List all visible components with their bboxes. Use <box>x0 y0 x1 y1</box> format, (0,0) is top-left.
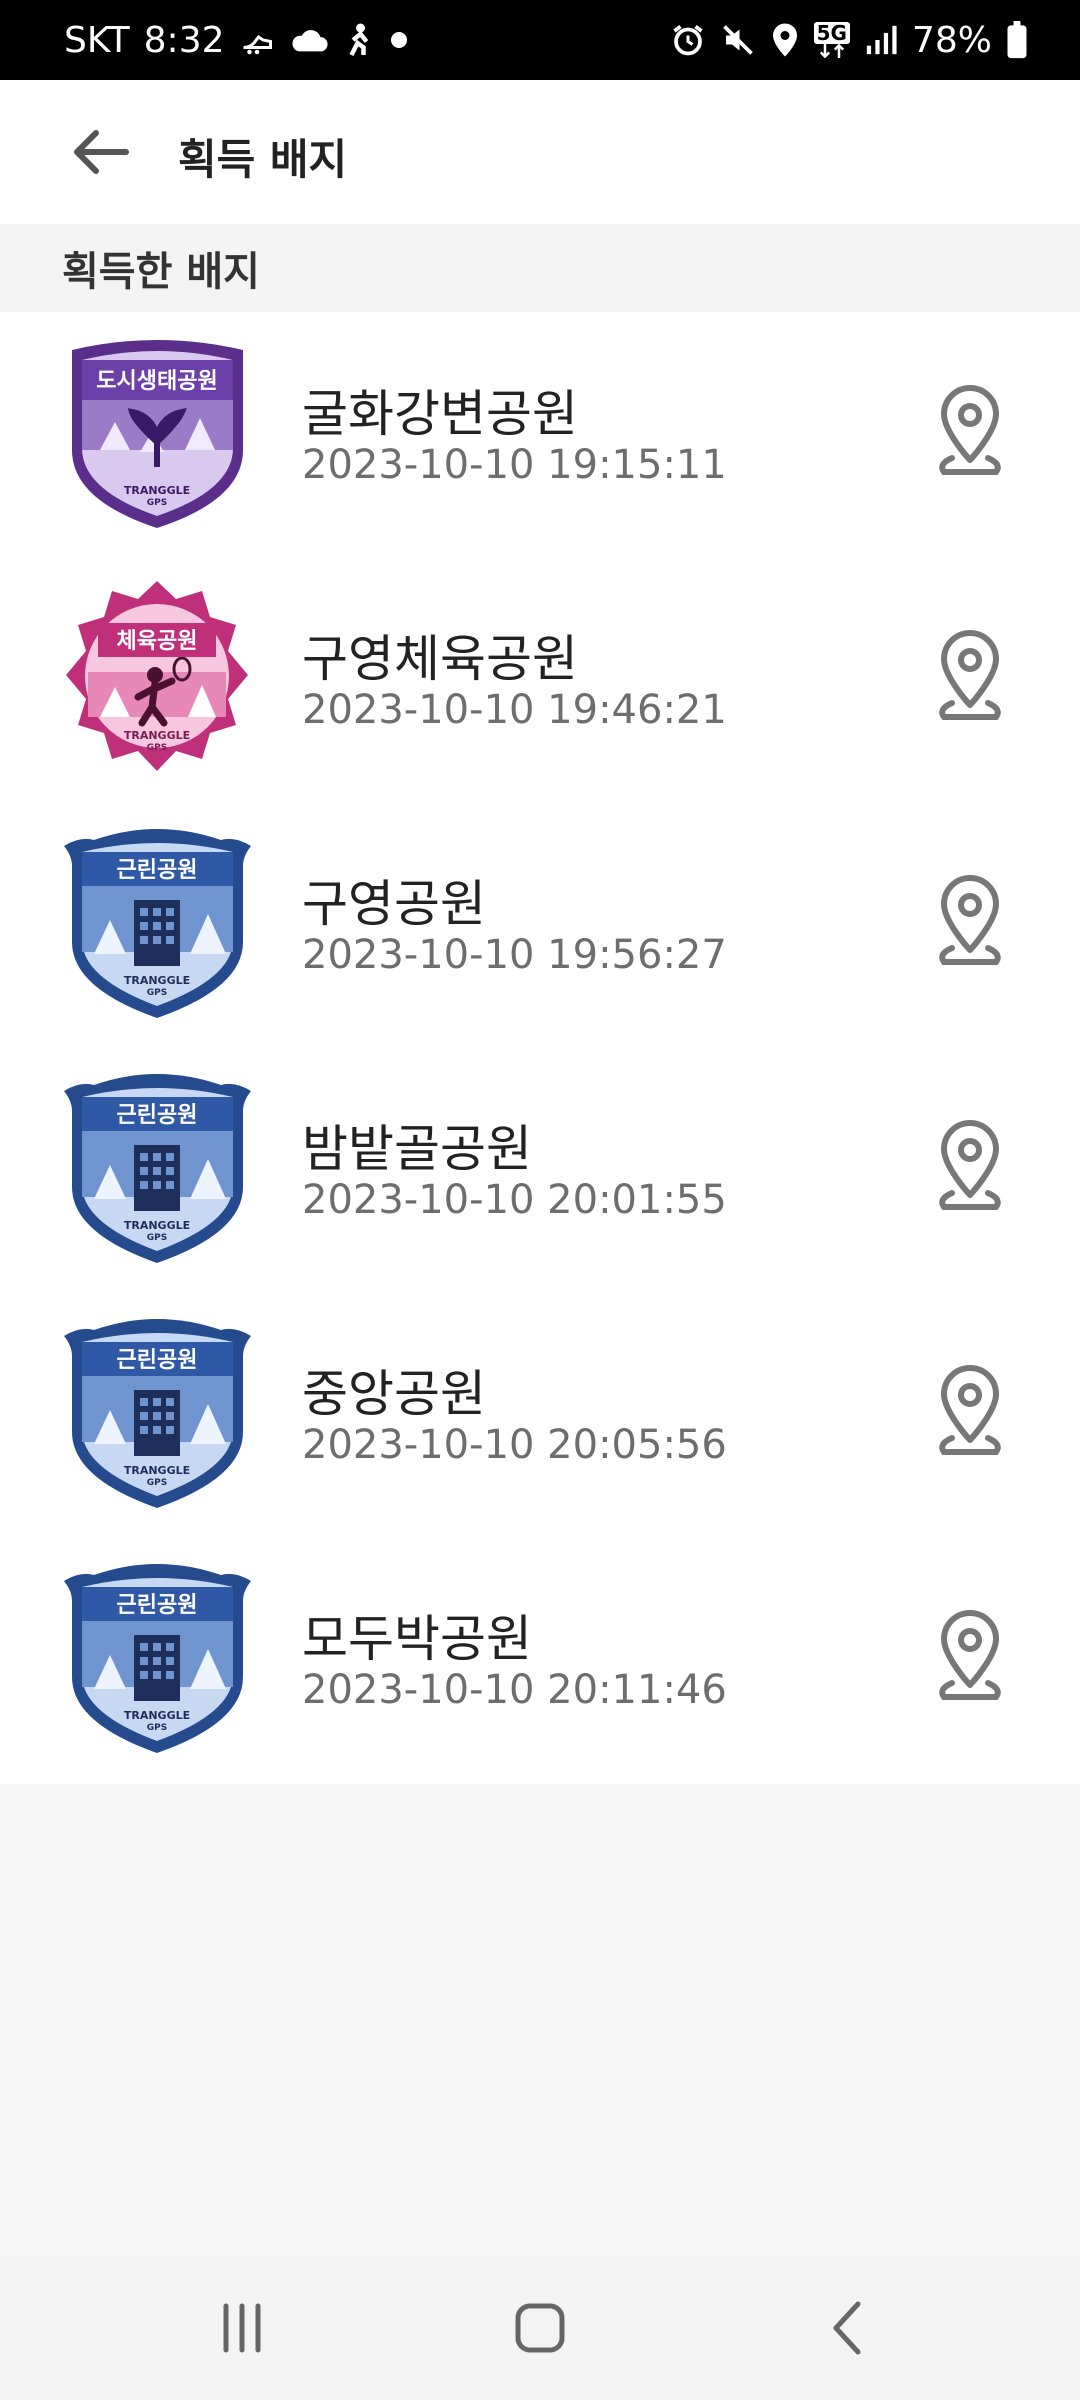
list-item[interactable]: 근린공원 TRANGGLE GPS 중앙공원 2023-10-10 20:05:… <box>0 1292 1080 1537</box>
badge-brand: TRANGGLE <box>124 484 190 497</box>
badge-brand-sub: GPS <box>147 743 167 753</box>
section-title: 획득한 배지 <box>62 249 260 295</box>
park-name: 구영공원 <box>302 875 486 933</box>
page-title: 획득 배지 <box>178 135 348 184</box>
badge-label: 근린공원 <box>117 1103 198 1128</box>
carrier-label: SKT <box>64 19 130 61</box>
map-pin-button[interactable] <box>930 382 1010 482</box>
running-shoe-icon <box>239 22 275 58</box>
signal-icon <box>864 23 898 57</box>
badge-brand: TRANGGLE <box>124 729 190 742</box>
recent-apps-icon <box>223 2303 261 2353</box>
app-bar: 획득 배지 <box>0 80 1080 224</box>
park-name: 모두박공원 <box>302 1610 532 1668</box>
badge-brand-sub: GPS <box>147 1723 167 1733</box>
park-name: 중앙공원 <box>302 1365 486 1423</box>
acquired-time: 2023-10-10 20:05:56 <box>302 1422 727 1468</box>
badge-label: 체육공원 <box>117 629 198 654</box>
section-header: 획득한 배지 <box>0 224 1080 312</box>
map-pin-button[interactable] <box>930 627 1010 727</box>
map-pin-button[interactable] <box>930 1607 1010 1707</box>
location-icon <box>770 22 800 58</box>
nav-back-button[interactable] <box>808 2296 888 2360</box>
5g-icon: 5G <box>813 22 850 58</box>
badge-brand-sub: GPS <box>147 988 167 998</box>
badge-pink-star-icon: 체육공원 TRANGGLE GPS <box>60 577 255 777</box>
activity-icon <box>343 22 375 58</box>
battery-percent: 78% <box>911 19 992 61</box>
network-label: 5G <box>813 22 850 44</box>
badge-purple-shield-icon: 도시생태공원 TRANGGLE GPS <box>60 332 255 532</box>
badge-brand: TRANGGLE <box>124 974 190 987</box>
badge-label: 근린공원 <box>117 1348 198 1373</box>
dot-icon <box>389 30 409 50</box>
badge-label: 도시생태공원 <box>96 369 217 394</box>
list-item[interactable]: 근린공원 TRANGGLE GPS 구영공원 2023-10-10 19:56:… <box>0 802 1080 1047</box>
badge-brand-sub: GPS <box>147 1233 167 1243</box>
map-pin-icon <box>939 385 1001 475</box>
list-item[interactable]: 체육공원 TRANGGLE GPS 구영체육공원 2023-10-10 19:4… <box>0 557 1080 802</box>
status-bar: SKT 8:32 5G 78% <box>0 0 1080 80</box>
badge-brand-sub: GPS <box>147 1478 167 1488</box>
recent-apps-button[interactable] <box>202 2296 282 2360</box>
clock: 8:32 <box>143 19 225 61</box>
system-nav-bar <box>0 2256 1080 2400</box>
park-name: 밤밭골공원 <box>302 1120 532 1178</box>
arrow-left-icon <box>74 130 129 174</box>
list-item[interactable]: 근린공원 TRANGGLE GPS 밤밭골공원 2023-10-10 20:01… <box>0 1047 1080 1292</box>
park-name: 구영체육공원 <box>302 630 578 688</box>
map-pin-button[interactable] <box>930 872 1010 972</box>
mute-icon <box>720 22 756 58</box>
acquired-time: 2023-10-10 19:56:27 <box>302 932 727 978</box>
badge-list: 도시생태공원 TRANGGLE GPS 굴화강변공원 2023-10-10 19… <box>0 312 1080 1784</box>
list-item[interactable]: 근린공원 TRANGGLE GPS 모두박공원 2023-10-10 20:11… <box>0 1537 1080 1782</box>
back-icon <box>833 2301 861 2355</box>
alarm-icon <box>670 22 706 58</box>
park-name: 굴화강변공원 <box>302 385 578 443</box>
acquired-time: 2023-10-10 20:01:55 <box>302 1177 727 1223</box>
badge-brand: TRANGGLE <box>124 1219 190 1232</box>
map-pin-icon <box>939 1365 1001 1455</box>
acquired-time: 2023-10-10 19:46:21 <box>302 687 727 733</box>
badge-label: 근린공원 <box>117 858 198 883</box>
home-button[interactable] <box>500 2296 580 2360</box>
map-pin-icon <box>939 1610 1001 1700</box>
back-button[interactable] <box>62 122 138 182</box>
cloud-icon <box>289 24 329 56</box>
badge-blue-shield-icon: 근린공원 TRANGGLE GPS <box>60 1557 255 1757</box>
map-pin-icon <box>939 875 1001 965</box>
home-icon <box>515 2303 565 2353</box>
map-pin-icon <box>939 630 1001 720</box>
badge-brand: TRANGGLE <box>124 1464 190 1477</box>
badge-brand-sub: GPS <box>147 498 167 508</box>
badge-brand: TRANGGLE <box>124 1709 190 1722</box>
badge-blue-shield-icon: 근린공원 TRANGGLE GPS <box>60 822 255 1022</box>
map-pin-button[interactable] <box>930 1362 1010 1462</box>
map-pin-button[interactable] <box>930 1117 1010 1217</box>
list-item[interactable]: 도시생태공원 TRANGGLE GPS 굴화강변공원 2023-10-10 19… <box>0 312 1080 557</box>
acquired-time: 2023-10-10 19:15:11 <box>302 442 727 488</box>
battery-icon <box>1006 21 1028 59</box>
acquired-time: 2023-10-10 20:11:46 <box>302 1667 727 1713</box>
map-pin-icon <box>939 1120 1001 1210</box>
badge-blue-shield-icon: 근린공원 TRANGGLE GPS <box>60 1312 255 1512</box>
badge-label: 근린공원 <box>117 1593 198 1618</box>
badge-blue-shield-icon: 근린공원 TRANGGLE GPS <box>60 1067 255 1267</box>
